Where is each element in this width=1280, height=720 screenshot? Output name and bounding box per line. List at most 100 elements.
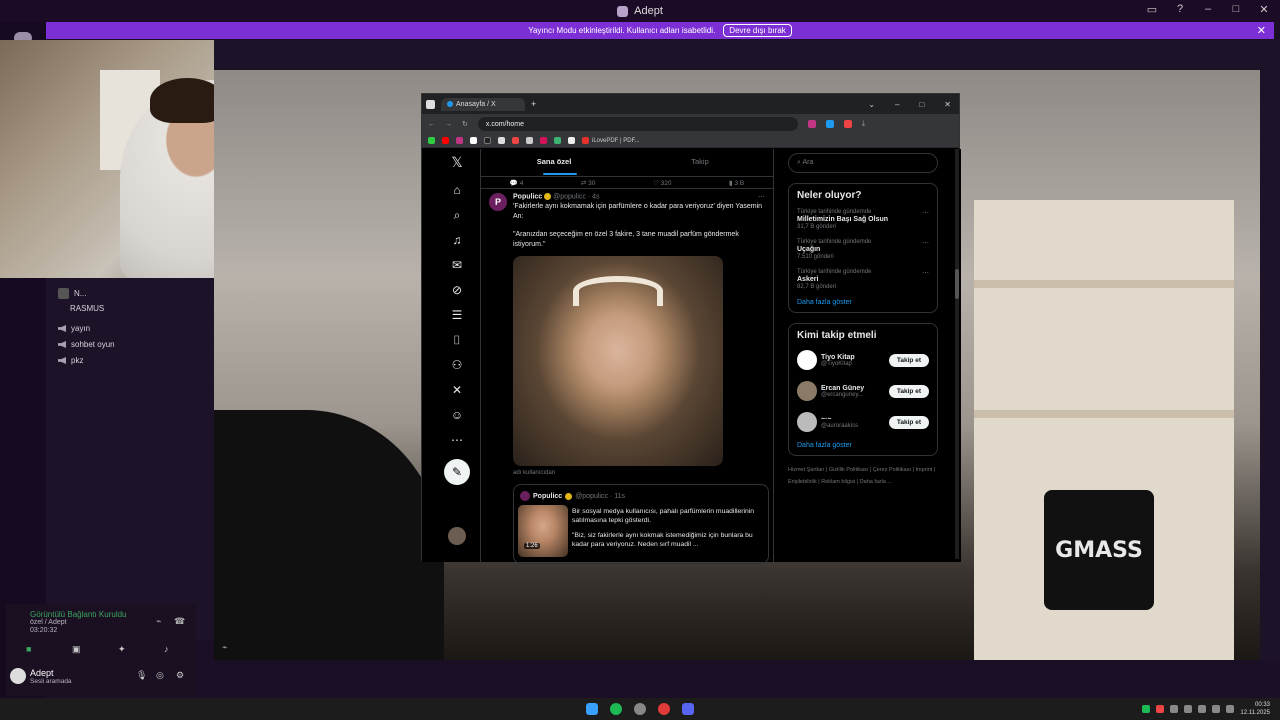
messages-mail-icon[interactable]: ✉ <box>450 258 464 272</box>
channel-item-pkz[interactable]: pkz <box>58 356 83 365</box>
extension-icon[interactable] <box>825 120 834 128</box>
ilovepdf-bookmark[interactable]: iLovePDF | PDF... <box>582 137 640 144</box>
mic-off-icon[interactable]: ⌁ <box>222 642 227 653</box>
settings-gear-icon[interactable]: ⚙ <box>176 670 184 681</box>
download-icon[interactable]: ⤓ <box>862 120 865 128</box>
noise-icon[interactable]: ⌁ <box>156 616 161 627</box>
trend-more-icon[interactable]: ⋯ <box>922 209 929 217</box>
vivaldi-logo-icon[interactable] <box>426 99 435 109</box>
avatar[interactable] <box>797 412 817 432</box>
quote-video-thumbnail[interactable] <box>518 505 568 558</box>
voice-user[interactable]: RASMUS <box>70 304 104 313</box>
banner-close-icon[interactable]: ✕ <box>1257 24 1266 37</box>
screen-share-icon[interactable]: ▣ <box>72 644 81 655</box>
wifi-icon[interactable] <box>1212 705 1221 713</box>
bookmark-icon[interactable] <box>428 137 435 144</box>
follow-suggestion[interactable]: Tiyo Kitap @TiyoKitap Takip et <box>797 349 929 371</box>
tray-icon[interactable] <box>1142 705 1151 713</box>
premium-x-icon[interactable]: ✕ <box>450 383 464 397</box>
search-icon[interactable]: ⌕ <box>450 208 464 222</box>
home-icon[interactable]: ⌂ <box>450 183 464 197</box>
bookmark-icon[interactable] <box>540 137 547 144</box>
post-video[interactable] <box>513 256 723 467</box>
back-icon[interactable]: ← <box>428 121 435 128</box>
tray-icon[interactable] <box>1198 705 1207 713</box>
voice-user[interactable]: N... <box>58 288 86 299</box>
tray-icon[interactable] <box>1184 705 1193 713</box>
view-count[interactable]: ▮ 3 B <box>729 179 744 187</box>
profile-icon[interactable]: ☺ <box>450 408 464 422</box>
scrollbar-thumb[interactable] <box>955 269 959 299</box>
x-logo-icon[interactable]: 𝕏 <box>450 155 464 169</box>
forward-icon[interactable]: → <box>445 121 452 128</box>
spotify-icon[interactable] <box>610 703 622 715</box>
follow-suggestion[interactable]: Ercan Güney @ercanguney... Takip et <box>797 380 929 402</box>
disable-streamer-mode-button[interactable]: Devre dışı bırak <box>723 24 792 37</box>
avatar[interactable] <box>797 350 817 370</box>
voice-connection-status[interactable]: Görüntülü Bağlantı Kuruldu <box>30 610 127 619</box>
url-input[interactable]: x.com/home <box>477 117 798 131</box>
post-compose-button[interactable]: ✎ <box>444 459 470 485</box>
bookmark-icon[interactable] <box>526 137 533 144</box>
tab-for-you[interactable]: Sana özel <box>481 149 627 176</box>
minimize-button[interactable]: – <box>1200 3 1216 16</box>
avatar[interactable] <box>797 381 817 401</box>
channel-item-sohbet[interactable]: sohbet oyun <box>58 340 115 349</box>
camera-icon[interactable]: ■ <box>26 644 31 654</box>
browser-tab[interactable]: Anasayfa / X <box>441 97 525 111</box>
footer-link[interactable]: Imprint <box>916 467 933 473</box>
follow-button[interactable]: Takip et <box>888 384 929 398</box>
footer-link[interactable]: Gizlilik Politikası <box>829 467 868 473</box>
browser-minimize-button[interactable]: – <box>895 100 899 109</box>
bookmark-icon[interactable] <box>512 137 519 144</box>
new-tab-icon[interactable]: + <box>531 99 536 109</box>
windows-start-icon[interactable] <box>586 703 598 715</box>
inbox-icon[interactable]: ▭ <box>1144 3 1160 16</box>
bookmark-icon[interactable] <box>568 137 575 144</box>
grok-icon[interactable]: ⊘ <box>450 283 464 297</box>
quoted-post[interactable]: Populicc @populicc · 11s 1:26 Bir sosyal… <box>513 484 769 565</box>
browser-maximize-button[interactable]: □ <box>919 100 924 109</box>
extension-icon[interactable] <box>807 120 816 128</box>
reload-icon[interactable]: ↻ <box>462 120 468 128</box>
instagram-bookmark-icon[interactable] <box>456 137 463 144</box>
footer-link[interactable]: Hizmet Şartları <box>788 467 824 473</box>
browser-close-button[interactable]: ✕ <box>944 100 951 109</box>
help-icon[interactable]: ? <box>1172 3 1188 16</box>
notifications-bell-icon[interactable]: ♫ <box>450 233 464 247</box>
extension-icon[interactable] <box>843 120 852 128</box>
vivaldi-icon[interactable] <box>658 703 670 715</box>
footer-link[interactable]: Daha fazla ... <box>860 479 892 485</box>
bookmark-icon[interactable] <box>554 137 561 144</box>
soundboard-icon[interactable]: ♪ <box>164 644 169 654</box>
follow-button[interactable]: Takip et <box>888 353 929 367</box>
account-avatar[interactable] <box>448 527 466 545</box>
discord-taskbar-icon[interactable] <box>682 703 694 715</box>
trend-more-icon[interactable]: ⋯ <box>922 269 929 277</box>
tiktok-bookmark-icon[interactable] <box>484 137 491 144</box>
repost-count[interactable]: ⇄ 30 <box>581 179 596 187</box>
tab-list-icon[interactable]: ⌄ <box>868 100 875 109</box>
footer-link[interactable]: Erişilebilirlik <box>788 479 817 485</box>
channel-item-yayin[interactable]: yayın <box>58 324 90 333</box>
footer-link[interactable]: Çerez Politikası <box>873 467 911 473</box>
tray-icon[interactable] <box>1156 705 1165 713</box>
more-icon[interactable]: ⋯ <box>450 433 464 447</box>
like-count[interactable]: ♡ 320 <box>653 179 672 187</box>
reply-count[interactable]: 💬 4 <box>510 179 524 187</box>
footer-link[interactable]: Reklam bilgisi <box>821 479 855 485</box>
trend-item[interactable]: Türkiye tarihinde gündemde Milletimizin … <box>797 209 929 230</box>
post-author-name[interactable]: Populicc <box>513 193 542 200</box>
search-input[interactable]: ⌕ Ara <box>788 153 938 173</box>
trend-more-icon[interactable]: ⋯ <box>922 239 929 247</box>
tray-icon[interactable] <box>1170 705 1179 713</box>
trends-show-more-link[interactable]: Daha fazla göster <box>797 299 929 306</box>
post-avatar[interactable]: P <box>489 193 507 211</box>
activities-icon[interactable]: ✦ <box>118 644 126 655</box>
close-button[interactable]: ✕ <box>1256 3 1272 16</box>
x-bookmark-icon[interactable] <box>470 137 477 144</box>
disconnect-icon[interactable]: ☎ <box>174 616 185 627</box>
volume-icon[interactable] <box>1226 705 1235 713</box>
lists-icon[interactable]: ☰ <box>450 308 464 322</box>
scrollbar[interactable] <box>955 149 959 559</box>
